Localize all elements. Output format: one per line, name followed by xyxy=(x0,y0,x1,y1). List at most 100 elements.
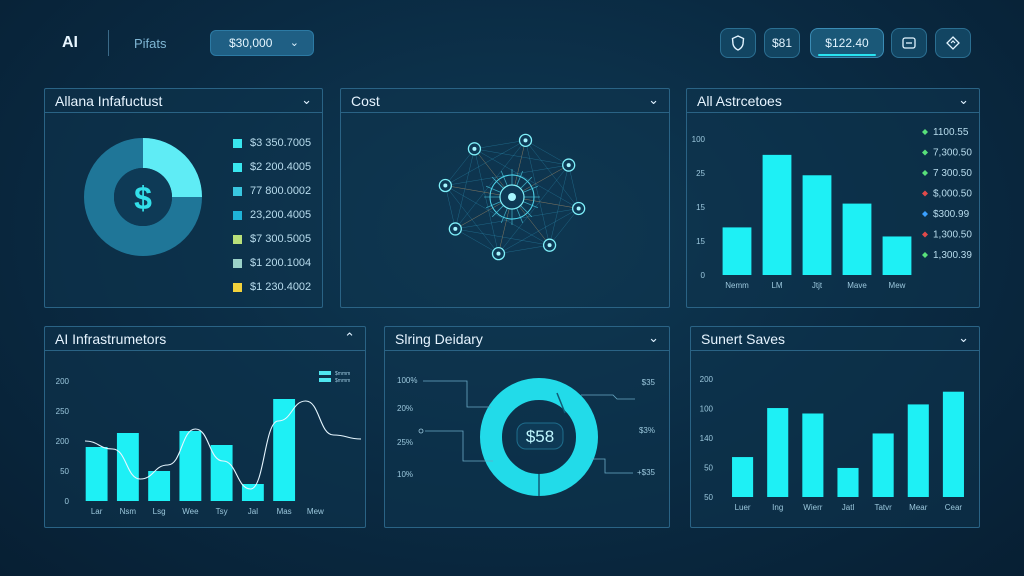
x-tick-label: LM xyxy=(771,281,782,290)
leader-line xyxy=(581,394,635,400)
legend-label: $3 350.7005 xyxy=(250,137,312,149)
leader-line xyxy=(423,380,491,408)
top-bar: AI Pifats $30,000 ⌄ $81 $122.40 xyxy=(0,0,1024,84)
legend-label: 1,300.39 xyxy=(933,250,972,261)
bar xyxy=(907,404,929,497)
value-button-1[interactable]: $81 xyxy=(764,28,800,58)
right-label: +$35 xyxy=(637,468,656,477)
chevron-down-icon[interactable]: ⌄ xyxy=(958,330,969,346)
panel-infra: Allana Infafuctust ⌄ $ $3 350.7005 $2 200… xyxy=(44,88,323,308)
y-tick-label: 25 xyxy=(696,169,705,178)
legend-item: $7 300.5005 xyxy=(233,227,311,251)
spending-donut-chart: $58 100% 20% 25% 10% $35 $3% +$35 xyxy=(397,376,656,496)
x-tick-label: Tatvr xyxy=(874,503,892,512)
legend-item: $3 350.7005 xyxy=(233,131,311,155)
x-tick-label: Jtjt xyxy=(812,281,823,290)
chevron-up-icon[interactable]: ⌃ xyxy=(344,330,355,346)
panel-spending-title: Slring Deidary xyxy=(395,330,483,347)
legend-swatch xyxy=(233,210,242,220)
amount-select[interactable]: $30,000 ⌄ xyxy=(210,30,314,56)
chevron-down-icon[interactable]: ⌄ xyxy=(648,330,659,346)
network-node-dot xyxy=(472,146,477,151)
shield-icon xyxy=(731,35,745,51)
x-tick-label: Ing xyxy=(772,503,783,512)
legend-swatch xyxy=(233,282,242,292)
legend-marker xyxy=(922,129,928,135)
legend-item: 77 800.0002 xyxy=(233,179,311,203)
bar xyxy=(85,447,108,501)
bar xyxy=(722,227,752,275)
active-indicator xyxy=(818,54,876,56)
navigate-button[interactable] xyxy=(935,28,971,58)
legend-item: $1 230.4002 xyxy=(233,275,311,299)
y-tick-label: 100 xyxy=(692,135,706,144)
panel-infra2-title: AI Infrastrumetors xyxy=(55,330,167,347)
card-button[interactable] xyxy=(891,28,927,58)
legend-label: $300.99 xyxy=(933,209,970,220)
y-tick-label: 50 xyxy=(704,464,713,473)
x-tick-label: Mew xyxy=(889,281,906,290)
leader-line xyxy=(591,458,633,474)
panel-sales-title: Sunert Saves xyxy=(701,330,786,347)
chevron-down-icon[interactable]: ⌄ xyxy=(301,92,312,108)
legend-marker xyxy=(922,170,928,176)
x-tick-label: Cear xyxy=(945,503,963,512)
bar xyxy=(273,399,296,501)
left-label: 25% xyxy=(397,438,413,447)
shield-button[interactable] xyxy=(720,28,756,58)
panel-spending: Slring Deidary ⌄ $58 100% 20% 25% 10% $35 $3% +… xyxy=(384,326,670,528)
bar xyxy=(802,413,824,497)
y-tick-label: 0 xyxy=(65,497,70,506)
leader-dot xyxy=(418,428,424,434)
network-node-dot xyxy=(576,206,581,211)
y-tick-label: 100 xyxy=(700,405,714,414)
legend-marker xyxy=(922,149,928,156)
legend-label: $,000.50 xyxy=(933,189,972,200)
x-tick-label: Jatl xyxy=(842,503,855,512)
panel-assets: All Astrcetoes ⌄ 0 15 15 25 100 Nemm LM Jtjt Mav… xyxy=(686,88,980,308)
bar xyxy=(241,484,264,501)
legend-label: 1100.55 xyxy=(933,127,969,138)
legend-swatch xyxy=(233,138,242,148)
assets-bar-chart: 0 15 15 25 100 Nemm LM Jtjt Mave Mew 1100.55 7,300.… xyxy=(692,127,973,290)
right-label: $35 xyxy=(642,378,656,387)
legend-label: $1 230.4002 xyxy=(250,281,312,293)
network-node-dot xyxy=(496,251,501,256)
legend-marker xyxy=(922,252,928,258)
x-tick-label: Lsg xyxy=(153,507,166,516)
bar xyxy=(882,236,912,275)
x-tick-label: Tsy xyxy=(216,507,228,516)
y-tick-label: 140 xyxy=(700,434,714,443)
y-tick-label: 250 xyxy=(56,407,70,416)
x-tick-label: Wee xyxy=(182,507,199,516)
bar xyxy=(942,391,964,497)
infra2-combo-chart: 0 50 200 250 200 Lar Nsm Lsg Wee Tsy Jal Mas Mew $mmm… xyxy=(56,371,362,516)
bar xyxy=(179,431,202,501)
bar xyxy=(802,175,832,275)
panel-sales: Sunert Saves ⌄ 50 50 140 100 200 Luer Ing Wierr… xyxy=(690,326,980,528)
x-tick-label: Nemm xyxy=(725,281,749,290)
x-tick-label: Mew xyxy=(307,507,324,516)
sales-bar-chart: 50 50 140 100 200 Luer Ing Wierr Jatl Tatvr Mear Ce… xyxy=(700,375,964,512)
y-tick-label: 15 xyxy=(696,203,705,212)
panel-cost: Cost ⌄ xyxy=(340,88,670,308)
legend-label: 77 800.0002 xyxy=(250,185,312,197)
x-tick-label: Lar xyxy=(91,507,103,516)
center-value: $58 xyxy=(526,427,554,446)
bar xyxy=(837,467,859,497)
y-tick-label: 50 xyxy=(60,467,69,476)
legend-label: 7 300.50 xyxy=(933,168,972,179)
legend-swatch xyxy=(319,371,331,375)
infra-legend: $3 350.7005 $2 200.4005 77 800.0002 23,200.… xyxy=(233,131,311,299)
panel-cost-header: Cost ⌄ xyxy=(341,89,669,113)
app-logo: AI xyxy=(62,34,78,51)
amount-select-value: $30,000 xyxy=(229,36,273,50)
y-tick-label: 50 xyxy=(704,493,713,502)
y-tick-label: 200 xyxy=(700,375,714,384)
chevron-down-icon[interactable]: ⌄ xyxy=(958,92,969,108)
chevron-down-icon[interactable]: ⌄ xyxy=(648,92,659,108)
y-tick-label: 200 xyxy=(56,437,70,446)
panel-infra2: AI Infrastrumetors ⌃ 0 50 200 250 200 Lar Nsm L… xyxy=(44,326,366,528)
legend-label: $mmm xyxy=(335,371,350,377)
nav-label[interactable]: Pifats xyxy=(134,36,167,51)
